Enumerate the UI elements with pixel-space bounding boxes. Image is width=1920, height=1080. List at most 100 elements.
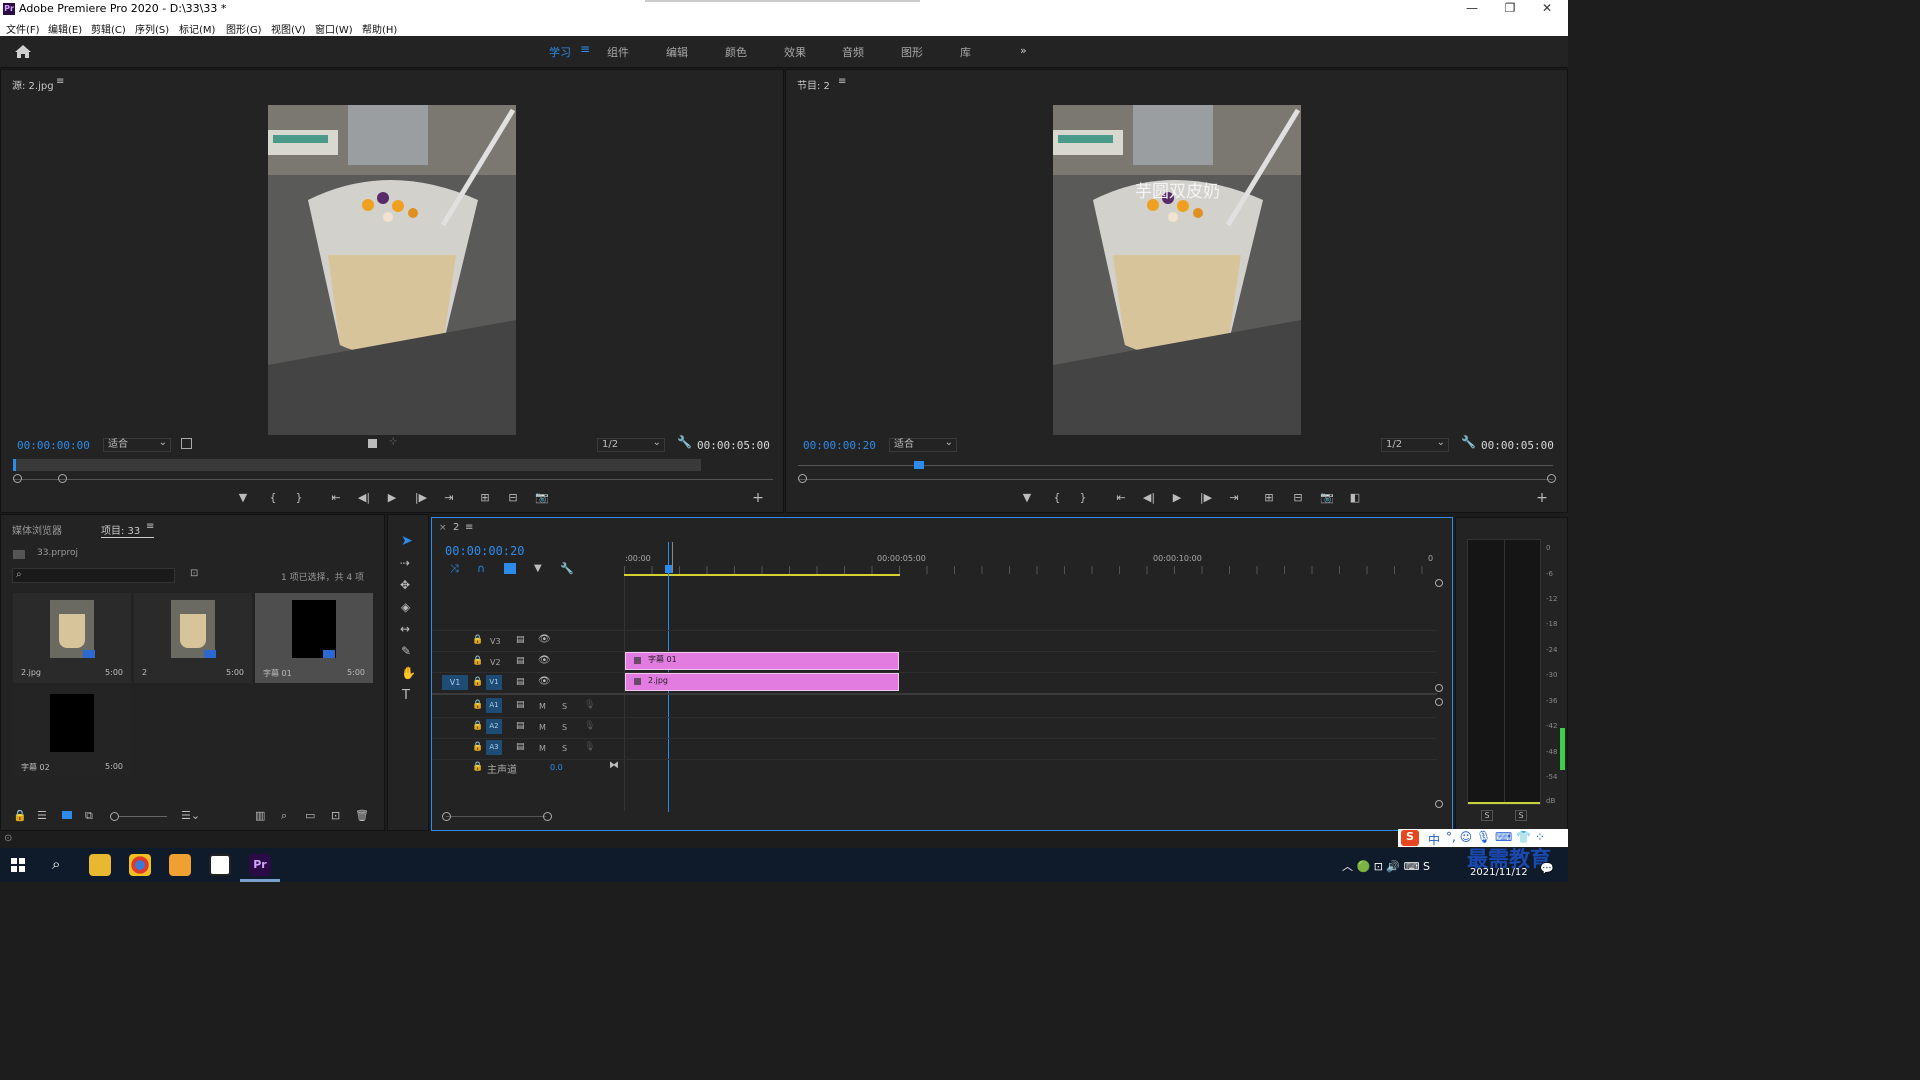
restore-button[interactable]: ❐ bbox=[1500, 1, 1520, 15]
title-caption-overlay[interactable]: 芋圆双皮奶 bbox=[1135, 177, 1220, 202]
solo-button[interactable]: S bbox=[562, 744, 567, 753]
selection-tool-icon[interactable]: ➤ bbox=[401, 533, 413, 549]
automate-to-sequence-icon[interactable]: ▥ bbox=[255, 809, 265, 822]
menu-edit[interactable]: 编辑(E) bbox=[48, 21, 82, 36]
menu-clip[interactable]: 剪辑(C) bbox=[91, 21, 126, 36]
project-item-selected[interactable]: 字幕 01 5:00 bbox=[255, 593, 373, 683]
panel-menu-icon[interactable]: ≡ bbox=[465, 522, 473, 533]
zoom-handle-right[interactable] bbox=[1547, 474, 1556, 483]
sogou-logo-icon[interactable]: S bbox=[1401, 830, 1419, 846]
taskbar-date[interactable]: 2021/11/12 bbox=[1470, 867, 1528, 878]
menu-file[interactable]: 文件(F) bbox=[6, 21, 40, 36]
program-resolution-dropdown[interactable]: 1/2 bbox=[1381, 437, 1449, 452]
program-playhead[interactable] bbox=[914, 461, 924, 469]
go-to-in-icon[interactable]: ⇤ bbox=[1113, 491, 1129, 504]
close-button[interactable]: ✕ bbox=[1537, 1, 1557, 15]
video-audio-divider[interactable] bbox=[432, 693, 1437, 695]
mark-in-icon[interactable]: { bbox=[265, 491, 281, 504]
menu-view[interactable]: 视图(V) bbox=[271, 21, 306, 36]
windows-start-icon[interactable] bbox=[11, 858, 25, 872]
ime-tools-icon[interactable]: °, ☺ 🎙 ⌨ 👕 ⁘ bbox=[1446, 830, 1545, 844]
button-editor-icon[interactable]: + bbox=[750, 490, 766, 506]
track-label-a3[interactable]: A3 bbox=[486, 740, 502, 755]
tab-project[interactable]: 项目: 33 bbox=[101, 522, 140, 537]
play-icon[interactable]: ▶ bbox=[384, 491, 400, 504]
panel-menu-icon[interactable]: ≡ bbox=[838, 76, 846, 87]
horizontal-zoom-bar[interactable] bbox=[446, 816, 546, 817]
work-area-bar[interactable] bbox=[624, 574, 900, 576]
mark-out-icon[interactable]: } bbox=[291, 491, 307, 504]
system-tray-icons[interactable]: ︿ 🟢 ⊡ 🔊 ⌨ S bbox=[1342, 858, 1430, 874]
go-to-in-icon[interactable]: ⇤ bbox=[328, 491, 344, 504]
panel-menu-icon[interactable]: ≡ bbox=[146, 521, 154, 532]
freeform-view-icon[interactable]: ⧉ bbox=[85, 809, 93, 823]
file-explorer-icon[interactable] bbox=[89, 854, 111, 876]
source-monitor-title[interactable]: 源: 2.jpg bbox=[12, 77, 54, 92]
zoom-handle-left[interactable] bbox=[13, 474, 22, 483]
voice-over-mic-icon[interactable]: 🎙 bbox=[584, 742, 595, 752]
track-label-v1[interactable]: V1 bbox=[486, 675, 502, 690]
timeline-clip-title[interactable]: 字幕 01 bbox=[625, 652, 899, 670]
icon-view-icon[interactable] bbox=[62, 811, 72, 819]
clear-icon[interactable]: 🗑 bbox=[355, 809, 369, 822]
sync-lock-icon[interactable]: ▤ bbox=[516, 742, 525, 752]
workspace-graphics[interactable]: 图形 bbox=[901, 44, 923, 60]
menu-help[interactable]: 帮助(H) bbox=[362, 21, 397, 36]
lock-track-icon[interactable]: 🔒 bbox=[472, 677, 483, 687]
toggle-output-eye-icon[interactable]: 👁 bbox=[538, 676, 551, 687]
export-frame-icon[interactable]: 📷 bbox=[1319, 491, 1335, 504]
menu-window[interactable]: 窗口(W) bbox=[315, 21, 353, 36]
workspace-color[interactable]: 颜色 bbox=[725, 44, 747, 60]
source-time-ruler[interactable] bbox=[13, 459, 701, 471]
solo-right-button[interactable]: S bbox=[1515, 810, 1527, 821]
project-item[interactable]: 2.jpg 5:00 bbox=[13, 593, 131, 683]
zoom-handle-right[interactable] bbox=[543, 812, 552, 821]
comparison-view-icon[interactable]: ◧ bbox=[1347, 491, 1363, 504]
drag-audio-icon[interactable]: ⊹ bbox=[389, 436, 397, 447]
go-to-out-icon[interactable]: ⇥ bbox=[1226, 491, 1242, 504]
zoom-slider-handle[interactable] bbox=[110, 812, 119, 821]
zoom-handle-right[interactable] bbox=[58, 474, 67, 483]
lock-track-icon[interactable]: 🔒 bbox=[472, 721, 483, 731]
vertical-zoom-handle[interactable] bbox=[1435, 579, 1443, 587]
solo-left-button[interactable]: S bbox=[1481, 810, 1493, 821]
track-label-a1[interactable]: A1 bbox=[486, 698, 502, 713]
add-marker-icon[interactable]: ▼ bbox=[1019, 491, 1035, 504]
menu-marker[interactable]: 标记(M) bbox=[179, 21, 215, 36]
settings-wrench-icon[interactable]: 🔧 bbox=[677, 435, 692, 449]
drag-video-icon[interactable] bbox=[368, 439, 377, 448]
extract-icon[interactable]: ⊟ bbox=[1290, 491, 1306, 504]
go-to-out-icon[interactable]: ⇥ bbox=[441, 491, 457, 504]
video-scroll-handle[interactable] bbox=[1435, 684, 1443, 692]
ime-mode[interactable]: 中 bbox=[1428, 831, 1440, 848]
razor-tool-icon[interactable]: ◈ bbox=[401, 600, 410, 614]
play-icon[interactable]: ▶ bbox=[1169, 491, 1185, 504]
premiere-taskbar-icon[interactable]: Pr bbox=[249, 854, 271, 876]
track-label-v3[interactable]: V3 bbox=[490, 637, 501, 646]
new-item-icon[interactable]: ⊡ bbox=[331, 809, 340, 822]
timeline-clip-image[interactable]: 2.jpg bbox=[625, 673, 899, 691]
hand-tool-icon[interactable]: ✋ bbox=[401, 666, 416, 680]
project-item[interactable]: 2 5:00 bbox=[134, 593, 252, 683]
sync-lock-icon[interactable]: ▤ bbox=[516, 700, 525, 710]
program-playhead-timecode[interactable]: 00:00:00:20 bbox=[803, 439, 876, 452]
search-icon[interactable]: ⌕ bbox=[52, 855, 60, 873]
sync-lock-icon[interactable]: ▤ bbox=[516, 656, 525, 666]
track-select-tool-icon[interactable]: ⇢ bbox=[400, 556, 410, 570]
voice-over-mic-icon[interactable]: 🎙 bbox=[584, 721, 595, 731]
new-search-bin-icon[interactable]: ⊡ bbox=[190, 568, 198, 579]
ripple-edit-tool-icon[interactable]: ✥ bbox=[400, 578, 410, 592]
solo-button[interactable]: S bbox=[562, 723, 567, 732]
toggle-output-eye-icon[interactable]: 👁 bbox=[538, 634, 551, 645]
sort-icons-icon[interactable]: ☰⌄ bbox=[181, 809, 200, 822]
time-ruler[interactable] bbox=[624, 566, 1424, 574]
menu-graphics[interactable]: 图形(G) bbox=[226, 21, 262, 36]
home-icon[interactable] bbox=[14, 44, 32, 59]
button-editor-icon[interactable]: + bbox=[1534, 490, 1550, 506]
toggle-output-eye-icon[interactable]: 👁 bbox=[538, 655, 551, 666]
program-fit-dropdown[interactable]: 适合 bbox=[889, 437, 957, 452]
track-label-a2[interactable]: A2 bbox=[486, 719, 502, 734]
workspace-audio[interactable]: 音频 bbox=[842, 44, 864, 60]
workspace-effects[interactable]: 效果 bbox=[784, 44, 806, 60]
more-workspaces-icon[interactable]: » bbox=[1020, 44, 1027, 57]
